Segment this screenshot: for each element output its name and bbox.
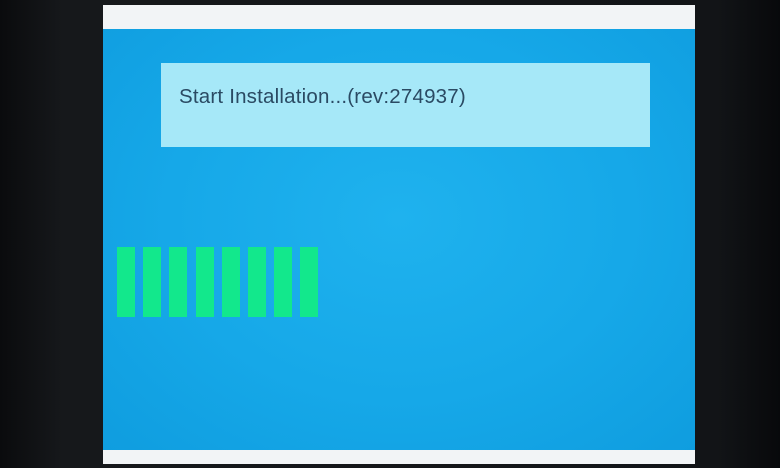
progress-segment [143,247,162,317]
progress-segment [117,247,135,317]
progress-segment [221,247,240,317]
installation-status-text: Start Installation...(rev:274937) [179,85,466,108]
tv-screen: Start Installation...(rev:274937) [103,5,695,464]
installation-progress-bar [117,247,587,317]
progress-segment [248,247,266,317]
progress-segment [195,247,214,317]
status-message-box: Start Installation...(rev:274937) [161,63,650,147]
installer-panel: Start Installation...(rev:274937) [103,29,695,450]
tv-bezel: Start Installation...(rev:274937) [0,0,780,468]
progress-segment [169,247,188,317]
progress-segment [274,247,293,317]
progress-segment [300,247,319,317]
